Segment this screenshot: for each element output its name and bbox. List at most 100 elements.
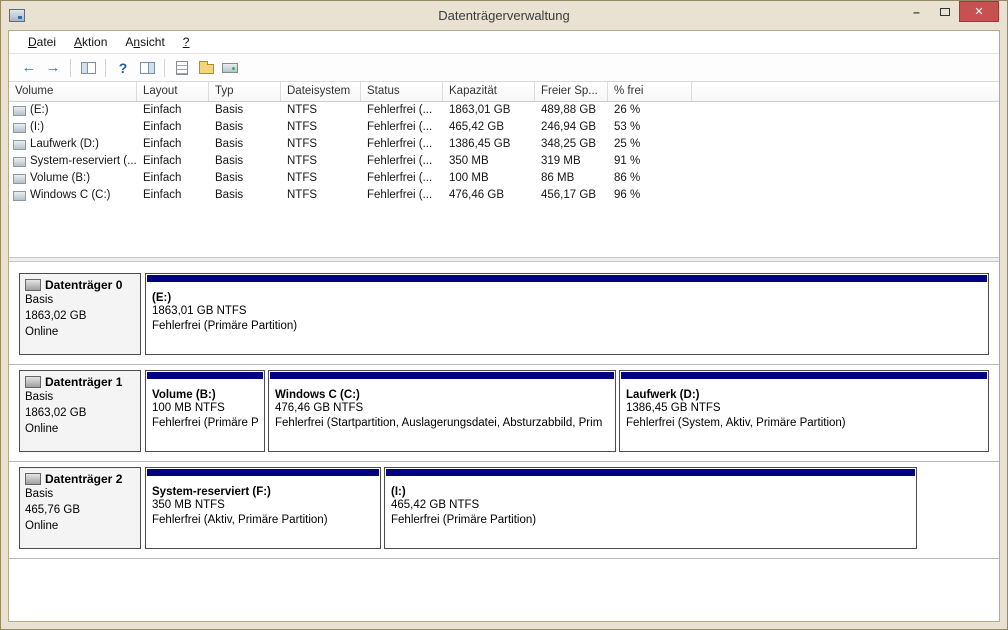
volume-layout: Einfach <box>143 121 182 133</box>
volume-row-i[interactable]: (I:) Einfach Basis NTFS Fehlerfrei (... … <box>9 119 999 136</box>
volume-prozent-frei: 91 % <box>614 155 641 167</box>
column-header-layout[interactable]: Layout <box>137 82 209 101</box>
disk-size: 1863,02 GB <box>25 407 87 419</box>
partition-label: Windows C (C:) <box>275 389 360 401</box>
menu-bar: Datei Aktion Ansicht ? <box>9 31 999 54</box>
volume-dateisystem: NTFS <box>287 155 318 167</box>
volume-icon <box>13 139 26 150</box>
help-icon[interactable]: ? <box>112 57 134 79</box>
partition-color-bar <box>386 469 915 476</box>
disk-panel-0[interactable]: Datenträger 0 Basis 1863,02 GB Online <box>19 273 141 355</box>
volume-row-system-reserviert[interactable]: System-reserviert (... Einfach Basis NTF… <box>9 153 999 170</box>
volume-icon <box>13 122 26 133</box>
volume-dateisystem: NTFS <box>287 138 318 150</box>
menu-label-part: A <box>74 35 83 49</box>
console-tree-glyph <box>80 61 96 74</box>
disk-type: Basis <box>25 391 54 403</box>
disk-size: 1863,02 GB <box>25 310 87 322</box>
volume-row-laufwerk-d[interactable]: Laufwerk (D:) Einfach Basis NTFS Fehlerf… <box>9 136 999 153</box>
disk-icon <box>25 376 41 388</box>
partition-e[interactable]: (E:) 1863,01 GB NTFS Fehlerfrei (Primäre… <box>145 273 989 355</box>
menu-datei[interactable]: Datei <box>19 32 65 52</box>
partition-label: Volume (B:) <box>152 389 216 401</box>
partition-windows-c[interactable]: Windows C (C:) 476,46 GB NTFS Fehlerfrei… <box>268 370 616 452</box>
console-tree-icon[interactable] <box>77 57 99 79</box>
volume-typ: Basis <box>215 104 244 116</box>
disk-type: Basis <box>25 294 54 306</box>
disk-panel-1[interactable]: Datenträger 1 Basis 1863,02 GB Online <box>19 370 141 452</box>
volume-name: System-reserviert (... <box>30 155 137 167</box>
disk-size: 465,76 GB <box>25 504 80 516</box>
titlebar[interactable]: Datenträgerverwaltung – ✕ <box>1 1 1007 30</box>
volume-freier-speicher: 489,88 GB <box>541 104 596 116</box>
volume-name: Volume (B:) <box>30 172 91 184</box>
partition-color-bar <box>147 275 987 282</box>
forward-icon[interactable]: → <box>42 57 64 79</box>
volume-row-volume-b[interactable]: Volume (B:) Einfach Basis NTFS Fehlerfre… <box>9 170 999 187</box>
volume-icon <box>13 190 26 201</box>
disk-name: Datenträger 1 <box>45 375 123 389</box>
maximize-button[interactable] <box>931 1 959 22</box>
volume-layout: Einfach <box>143 138 182 150</box>
volume-typ: Basis <box>215 138 244 150</box>
column-header-volume[interactable]: Volume <box>9 82 137 101</box>
disk-row-2: Datenträger 2 Basis 465,76 GB Online Sys… <box>9 462 999 559</box>
rescan-disks-icon[interactable] <box>219 57 241 79</box>
column-header-status[interactable]: Status <box>361 82 443 101</box>
volume-typ: Basis <box>215 172 244 184</box>
action-pane-icon[interactable] <box>136 57 158 79</box>
back-icon[interactable]: ← <box>18 57 40 79</box>
refresh-glyph <box>176 60 188 75</box>
partition-label: System-reserviert (F:) <box>152 486 271 498</box>
properties-icon[interactable] <box>195 57 217 79</box>
disk-panel-2[interactable]: Datenträger 2 Basis 465,76 GB Online <box>19 467 141 549</box>
toolbar: ← → ? <box>9 54 999 82</box>
partition-i[interactable]: (I:) 465,42 GB NTFS Fehlerfrei (Primäre … <box>384 467 917 549</box>
partition-laufwerk-d[interactable]: Laufwerk (D:) 1386,45 GB NTFS Fehlerfrei… <box>619 370 989 452</box>
partition-strip: Volume (B:) 100 MB NTFS Fehlerfrei (Prim… <box>145 370 989 452</box>
column-header-freier-speicher[interactable]: Freier Sp... <box>535 82 608 101</box>
close-button[interactable]: ✕ <box>959 1 999 22</box>
disk-name: Datenträger 2 <box>45 472 123 486</box>
volume-prozent-frei: 53 % <box>614 121 641 133</box>
disk-status: Online <box>25 326 59 338</box>
column-header-kapazitaet[interactable]: Kapazität <box>443 82 535 101</box>
disk-management-window: Datenträgerverwaltung – ✕ Datei Aktion A… <box>0 0 1008 630</box>
volume-name: (E:) <box>30 104 49 116</box>
partition-strip: (E:) 1863,01 GB NTFS Fehlerfrei (Primäre… <box>145 273 989 355</box>
menu-label-part: atei <box>36 35 57 49</box>
volume-icon <box>13 173 26 184</box>
partition-color-bar <box>147 469 379 476</box>
volume-row-windows-c[interactable]: Windows C (C:) Einfach Basis NTFS Fehler… <box>9 187 999 204</box>
window-controls: – ✕ <box>902 1 999 22</box>
volume-list-header: Volume Layout Typ Dateisystem Status Kap… <box>9 82 999 102</box>
menu-label-part: ktion <box>82 35 108 49</box>
minimize-icon: – <box>913 4 920 19</box>
partition-system-reserviert-f[interactable]: System-reserviert (F:) 350 MB NTFS Fehle… <box>145 467 381 549</box>
column-header-typ[interactable]: Typ <box>209 82 281 101</box>
refresh-icon[interactable] <box>171 57 193 79</box>
minimize-button[interactable]: – <box>902 1 931 22</box>
toolbar-separator <box>164 58 165 77</box>
menu-aktion[interactable]: Aktion <box>65 32 116 52</box>
partition-volume-b[interactable]: Volume (B:) 100 MB NTFS Fehlerfrei (Prim… <box>145 370 265 452</box>
disk-icon <box>25 279 41 291</box>
volume-row-e[interactable]: (E:) Einfach Basis NTFS Fehlerfrei (... … <box>9 102 999 119</box>
column-header-dateisystem[interactable]: Dateisystem <box>281 82 361 101</box>
volume-icon <box>13 156 26 167</box>
menu-label-part: sicht <box>140 35 165 49</box>
rescan-disks-glyph <box>222 62 238 73</box>
volume-status: Fehlerfrei (... <box>367 155 433 167</box>
volume-kapazitaet: 465,42 GB <box>449 121 504 133</box>
action-pane-glyph <box>139 61 155 74</box>
menu-hilfe[interactable]: ? <box>174 32 199 52</box>
disk-name: Datenträger 0 <box>45 278 123 292</box>
volume-layout: Einfach <box>143 104 182 116</box>
menu-ansicht[interactable]: Ansicht <box>116 32 173 52</box>
volume-freier-speicher: 86 MB <box>541 172 575 184</box>
volume-kapazitaet: 1863,01 GB <box>449 104 511 116</box>
column-header-prozent-frei[interactable]: % frei <box>608 82 692 101</box>
window-title: Datenträgerverwaltung <box>438 8 570 23</box>
partition-color-bar <box>621 372 987 379</box>
volume-kapazitaet: 1386,45 GB <box>449 138 511 150</box>
